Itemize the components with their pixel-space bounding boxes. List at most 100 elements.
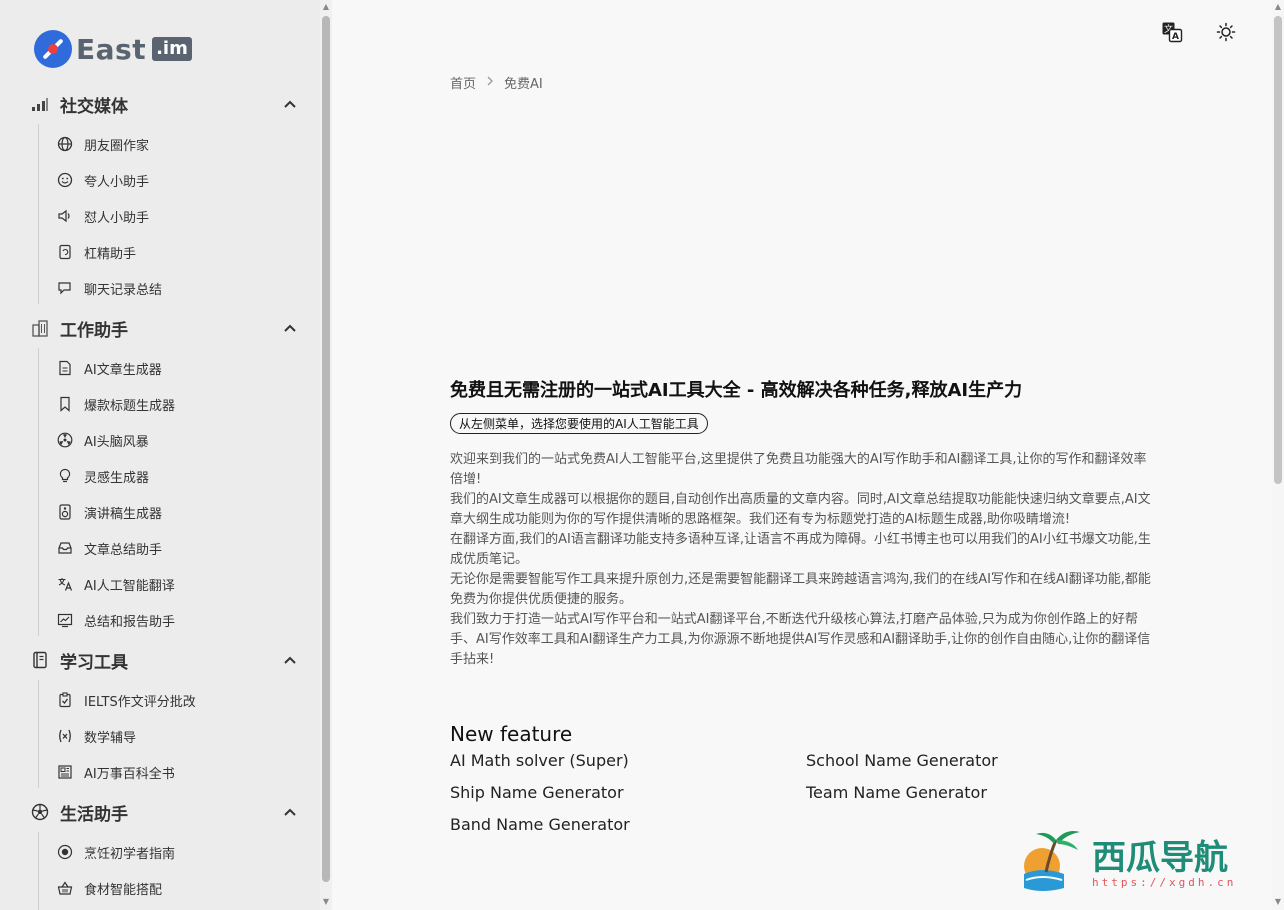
description-paragraph: 我们的AI文章生成器可以根据你的题目,自动创作出高质量的文章内容。同时,AI文章…	[450, 492, 1151, 527]
signal-bars-icon	[30, 94, 50, 114]
feature-link-team-name-generator[interactable]: Team Name Generator	[806, 783, 987, 802]
chevron-up-icon[interactable]	[282, 320, 298, 336]
description-paragraph: 欢迎来到我们的一站式免费AI人工智能平台,这里提供了免费且功能强大的AI写作助手…	[450, 452, 1147, 487]
sidebar-item-chat-summary[interactable]: 聊天记录总结	[56, 274, 296, 302]
section-social-media[interactable]: 社交媒体	[30, 89, 298, 119]
logo-text: East	[76, 32, 147, 66]
globe-icon	[56, 135, 74, 153]
translate-icon: 文A	[1162, 22, 1183, 43]
scroll-down-arrow-icon[interactable]: ▼	[1272, 897, 1284, 907]
sidebar-item-label: AI文章生成器	[84, 362, 162, 378]
section-life-assistant[interactable]: 生活助手	[30, 797, 298, 827]
compass-icon	[34, 30, 72, 68]
sidebar-item-label: 灵感生成器	[84, 470, 150, 486]
sidebar-item-moments-writer[interactable]: 朋友圈作家	[56, 130, 296, 158]
sidebar-item-report-helper[interactable]: 总结和报告助手	[56, 606, 296, 634]
sidebar-item-speech-generator[interactable]: 演讲稿生成器	[56, 498, 296, 526]
tree-line	[38, 680, 39, 788]
section-work-assistant[interactable]: 工作助手	[30, 313, 298, 343]
sidebar-item-label: 杠精助手	[84, 246, 137, 262]
description-paragraph: 在翻译方面,我们的AI语言翻译功能支持多语种互译,让语言不再成为障碍。小红书博主…	[450, 532, 1151, 567]
description-paragraph: 无论你是需要智能写作工具来提升原创力,还是需要智能翻译工具来跨越语言鸿沟,我们的…	[450, 572, 1151, 607]
chevron-up-icon[interactable]	[282, 804, 298, 820]
feature-link-band-name-generator[interactable]: Band Name Generator	[450, 815, 630, 834]
section-study-tools[interactable]: 学习工具	[30, 645, 298, 675]
clipboard-check-icon	[56, 691, 74, 709]
sidebar-item-ingredient-pairing[interactable]: 食材智能搭配	[56, 874, 296, 902]
sidebar-item-label: 食材智能搭配	[84, 882, 163, 898]
sidebar-item-label: AI头脑风暴	[84, 434, 149, 450]
sidebar-item-label: 聊天记录总结	[84, 282, 163, 298]
basket-icon	[56, 879, 74, 897]
palm-island-icon	[1024, 831, 1080, 891]
sidebar-item-label: 夸人小助手	[84, 174, 150, 190]
svg-text:A: A	[1172, 32, 1179, 42]
bookmark-icon	[56, 395, 74, 413]
chevron-up-icon[interactable]	[282, 96, 298, 112]
main-scroll-thumb[interactable]	[1274, 16, 1282, 484]
sidebar-item-praise-helper[interactable]: 夸人小助手	[56, 166, 296, 194]
watermark-url: https://xgdh.cn	[1092, 876, 1237, 889]
tree-line	[38, 832, 39, 910]
sidebar-item-ai-article-generator[interactable]: AI文章生成器	[56, 354, 296, 382]
breadcrumb-home[interactable]: 首页	[450, 73, 476, 92]
description-paragraph: 我们致力于打造一站式AI写作平台和一站式AI翻译平台,不断迭代升级核心算法,打磨…	[450, 612, 1151, 667]
section-title: 学习工具	[60, 652, 128, 673]
sidebar-item-label: 文章总结助手	[84, 542, 163, 558]
logo[interactable]: East .im	[34, 30, 192, 68]
chat-icon	[56, 279, 74, 297]
watermark: 西瓜导航 https://xgdh.cn	[1020, 826, 1260, 896]
speaker-box-icon	[56, 503, 74, 521]
chart-icon	[56, 611, 74, 629]
sidebar-item-label: AI人工智能翻译	[84, 578, 175, 594]
inbox-icon	[56, 539, 74, 557]
sidebar-item-inspiration-generator[interactable]: 灵感生成器	[56, 462, 296, 490]
scroll-up-arrow-icon[interactable]: ▲	[320, 2, 332, 12]
sidebar-item-contrarian-helper[interactable]: 杠精助手	[56, 238, 296, 266]
newspaper-icon	[56, 763, 74, 781]
sidebar-item-headline-generator[interactable]: 爆款标题生成器	[56, 390, 296, 418]
description: 欢迎来到我们的一站式免费AI人工智能平台,这里提供了免费且功能强大的AI写作助手…	[450, 450, 1156, 670]
chevron-right-icon	[486, 75, 494, 90]
feature-link-school-name-generator[interactable]: School Name Generator	[806, 751, 998, 770]
scroll-down-arrow-icon[interactable]: ▼	[320, 897, 332, 907]
sidebar-item-label: AI万事百科全书	[84, 766, 175, 782]
chevron-up-icon[interactable]	[282, 652, 298, 668]
sidebar-item-cooking-guide[interactable]: 烹饪初学者指南	[56, 838, 296, 866]
language-button[interactable]: 文A	[1160, 20, 1184, 44]
scroll-up-arrow-icon[interactable]: ▲	[1272, 2, 1284, 12]
logo-suffix: .im	[152, 37, 192, 61]
section-title: 社交媒体	[60, 96, 128, 117]
feature-link-ship-name-generator[interactable]: Ship Name Generator	[450, 783, 624, 802]
breadcrumb-current: 免费AI	[504, 77, 543, 92]
breadcrumb: 首页 免费AI	[450, 73, 543, 92]
sidebar-item-ai-brainstorm[interactable]: AI头脑风暴	[56, 426, 296, 454]
sidebar-item-label: 数学辅导	[84, 730, 137, 746]
lightbulb-icon	[56, 467, 74, 485]
building-icon	[30, 318, 50, 338]
instruction-badge: 从左侧菜单，选择您要使用的AI人工智能工具	[450, 413, 708, 434]
section-title: 生活助手	[60, 804, 128, 825]
tree-line	[38, 124, 39, 304]
notebook-icon	[30, 650, 50, 670]
refresh-doc-icon	[56, 243, 74, 261]
sidebar-item-ielts-grading[interactable]: IELTS作文评分批改	[56, 686, 296, 714]
document-icon	[56, 359, 74, 377]
sidebar-item-math-tutor[interactable]: 数学辅导	[56, 722, 296, 750]
sidebar: East .im 社交媒体 朋友圈作家 夸人小助手 怼人小助手 杠精助手 聊天记…	[0, 0, 320, 910]
sidebar-item-ai-translation[interactable]: AI人工智能翻译	[56, 570, 296, 598]
feature-link-ai-math-solver[interactable]: AI Math solver (Super)	[450, 751, 629, 770]
theme-toggle-button[interactable]	[1214, 20, 1238, 44]
sidebar-item-encyclopedia[interactable]: AI万事百科全书	[56, 758, 296, 786]
sidebar-item-article-summary[interactable]: 文章总结助手	[56, 534, 296, 562]
sidebar-item-label: 爆款标题生成器	[84, 398, 176, 414]
cooking-icon	[56, 843, 74, 861]
sidebar-item-label: 怼人小助手	[84, 210, 150, 226]
sidebar-item-roast-helper[interactable]: 怼人小助手	[56, 202, 296, 230]
page-title: 免费且无需注册的一站式AI工具大全 - 高效解决各种任务,释放AI生产力	[450, 380, 1023, 401]
sidebar-item-label: 总结和报告助手	[84, 614, 176, 630]
speaker-icon	[56, 207, 74, 225]
sidebar-scroll-thumb[interactable]	[322, 16, 330, 882]
sidebar-item-label: 演讲稿生成器	[84, 506, 163, 522]
sidebar-item-label: 烹饪初学者指南	[84, 846, 176, 862]
